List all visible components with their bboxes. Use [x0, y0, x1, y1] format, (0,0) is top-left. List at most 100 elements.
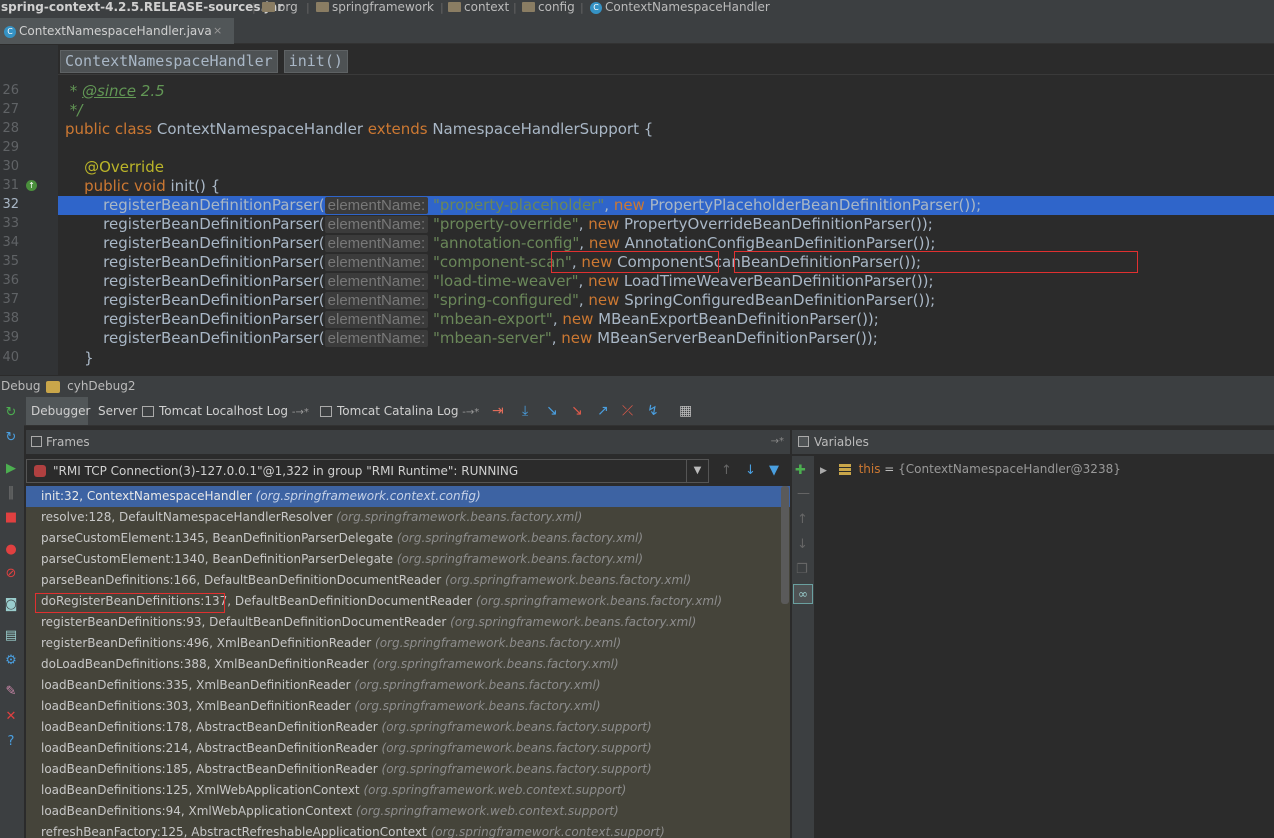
stack-frame[interactable]: loadBeanDefinitions:125, XmlWebApplicati… [41, 780, 626, 801]
stack-frame[interactable]: refreshBeanFactory:125, AbstractRefresha… [41, 822, 665, 838]
resume-icon[interactable]: ▶ [4, 462, 18, 476]
mute-breakpoints-icon[interactable]: ⊘ [4, 567, 18, 581]
stack-frame[interactable]: registerBeanDefinitions:93, DefaultBeanD… [41, 612, 696, 633]
code-line: * @since 2.5 [65, 82, 165, 100]
rerun-icon[interactable]: ↻ [4, 406, 18, 420]
run-to-cursor-icon[interactable]: ↯ [647, 397, 659, 425]
folder-icon [262, 1, 275, 12]
breadcrumb-class[interactable]: C ContextNamespaceHandler [590, 0, 770, 15]
evaluate-expression-icon[interactable]: ▦ [679, 397, 692, 425]
variable-row-this[interactable]: ▶ this = {ContextNamespaceHandler@3238} [820, 461, 1121, 479]
parameter-hint: elementName: [324, 311, 429, 328]
restore-layout-icon[interactable]: ▤ [4, 629, 18, 643]
next-thread-icon[interactable]: ↓ [745, 463, 756, 478]
close-icon[interactable]: ✕ [4, 710, 18, 724]
force-step-into-icon[interactable]: ↘ [571, 397, 583, 425]
settings-icon[interactable]: ⚙ [4, 654, 18, 668]
stack-frame[interactable]: loadBeanDefinitions:214, AbstractBeanDef… [41, 738, 652, 759]
line-number: 39 [2, 330, 19, 345]
frames-icon [31, 436, 42, 447]
stack-frame[interactable]: init:32, ContextNamespaceHandler (org.sp… [41, 486, 481, 507]
tab-tomcat-catalina-log[interactable]: Tomcat Catalina Log -→* ✕ [320, 397, 488, 448]
breadcrumb-separator: | [513, 1, 517, 14]
line-number: 40 [2, 350, 19, 365]
breadcrumb-springframework[interactable]: springframework [316, 0, 434, 15]
tab-server[interactable]: Server [92, 397, 137, 425]
get-thread-dump-icon[interactable]: ◙ [4, 598, 18, 612]
tab-label: ContextNamespaceHandler.java [19, 24, 212, 38]
line-number: 35 [2, 254, 19, 269]
stack-frame[interactable]: parseCustomElement:1340, BeanDefinitionP… [41, 549, 643, 570]
previous-thread-icon[interactable]: ↑ [721, 463, 732, 478]
stack-frame[interactable]: loadBeanDefinitions:303, XmlBeanDefiniti… [41, 696, 601, 717]
stack-frame[interactable]: parseCustomElement:1345, BeanDefinitionP… [41, 528, 643, 549]
stack-frame[interactable]: loadBeanDefinitions:94, XmlWebApplicatio… [41, 801, 619, 822]
stack-frame[interactable]: resolve:128, DefaultNamespaceHandlerReso… [41, 507, 582, 528]
breadcrumb-separator: | [580, 1, 584, 14]
show-execution-point-icon[interactable]: ⇥ [492, 397, 504, 425]
line-number: 32 [2, 197, 19, 212]
filter-icon[interactable]: ▼ [769, 463, 779, 478]
refresh-icon[interactable]: ↻ [4, 431, 18, 445]
editor-tab[interactable]: C ContextNamespaceHandler.java × [0, 18, 234, 44]
new-watch-icon[interactable]: ✚ [795, 463, 806, 478]
stack-frame[interactable]: parseBeanDefinitions:166, DefaultBeanDef… [41, 570, 691, 591]
structure-breadcrumb: ContextNamespaceHandler init() [60, 50, 354, 73]
structure-method[interactable]: init() [283, 50, 348, 73]
stack-frame[interactable]: loadBeanDefinitions:335, XmlBeanDefiniti… [41, 675, 601, 696]
code-line: */ [65, 101, 83, 119]
variable-value: {ContextNamespaceHandler@3238} [898, 462, 1121, 476]
run-configuration-name[interactable]: cyhDebug2 [67, 379, 135, 393]
frames-title: Frames [46, 435, 90, 449]
pin-icon[interactable]: ✎ [4, 685, 18, 699]
tab-tomcat-localhost-log[interactable]: Tomcat Localhost Log -→* ✕ [142, 397, 314, 448]
variables-side-toolbar: ✚ — ↑ ↓ ❐ ∞ [792, 456, 814, 838]
thread-label: "RMI TCP Connection(3)-127.0.0.1"@1,322 … [53, 464, 519, 478]
close-icon[interactable]: × [213, 18, 222, 44]
variables-title: Variables [814, 435, 869, 449]
line-number: 34 [2, 235, 19, 250]
breadcrumb-separator: | [306, 1, 310, 14]
stack-frame[interactable]: registerBeanDefinitions:496, XmlBeanDefi… [41, 633, 621, 654]
override-marker-icon[interactable]: ↑ [26, 180, 37, 191]
breadcrumb-jar[interactable]: spring-context-4.2.5.RELEASE-sources.jar [1, 0, 283, 15]
move-down-icon[interactable]: ↓ [797, 537, 808, 552]
duplicate-icon[interactable]: ❐ [796, 562, 808, 577]
highlight-box-component-scan-parser [734, 251, 1138, 273]
step-over-icon[interactable]: ⤓ [522, 397, 528, 425]
tab-debugger[interactable]: Debugger [26, 397, 90, 425]
drop-frame-icon[interactable]: ⤫ [622, 397, 633, 425]
breadcrumb-context[interactable]: context [448, 0, 509, 15]
structure-class[interactable]: ContextNamespaceHandler [60, 50, 278, 73]
pause-icon[interactable]: ‖ [4, 486, 18, 500]
help-icon[interactable]: ? [4, 735, 18, 749]
thread-selector[interactable]: "RMI TCP Connection(3)-127.0.0.1"@1,322 … [26, 459, 709, 483]
debug-side-toolbar: ↻ ↻ ▶ ‖ ■ ● ⊘ ◙ ▤ ⚙ ✎ ✕ ? [0, 397, 24, 838]
parameter-hint: elementName: [324, 235, 429, 252]
show-watches-icon[interactable]: ∞ [793, 584, 813, 604]
breadcrumb-config[interactable]: config [522, 0, 575, 15]
restore-panel-icon[interactable]: →* [771, 430, 784, 454]
chevron-down-icon[interactable]: ▼ [686, 460, 708, 482]
class-icon: C [4, 25, 16, 38]
remove-watch-icon[interactable]: — [797, 486, 810, 501]
debug-toolbar: Debugger Server Tomcat Localhost Log -→*… [0, 397, 1274, 448]
line-number: 29 [2, 140, 19, 155]
view-breakpoints-icon[interactable]: ● [4, 543, 18, 557]
variable-name: this [858, 462, 881, 476]
parameter-hint: elementName: [324, 197, 429, 214]
expand-arrow-icon[interactable]: ▶ [820, 466, 827, 476]
line-number: 33 [2, 216, 19, 231]
move-up-icon[interactable]: ↑ [797, 512, 808, 527]
debug-title: Debug [1, 379, 41, 393]
variable-equals: = [880, 462, 899, 476]
step-into-icon[interactable]: ↘ [546, 397, 558, 425]
stack-frame[interactable]: doLoadBeanDefinitions:388, XmlBeanDefini… [41, 654, 619, 675]
stack-frame[interactable]: loadBeanDefinitions:185, AbstractBeanDef… [41, 759, 652, 780]
breadcrumb-org[interactable]: org [262, 0, 298, 15]
step-out-icon[interactable]: ↗ [597, 397, 609, 425]
stack-frame[interactable]: loadBeanDefinitions:178, AbstractBeanDef… [41, 717, 652, 738]
line-number: 36 [2, 273, 19, 288]
stop-icon[interactable]: ■ [4, 511, 18, 525]
frames-scrollbar[interactable] [781, 486, 789, 604]
